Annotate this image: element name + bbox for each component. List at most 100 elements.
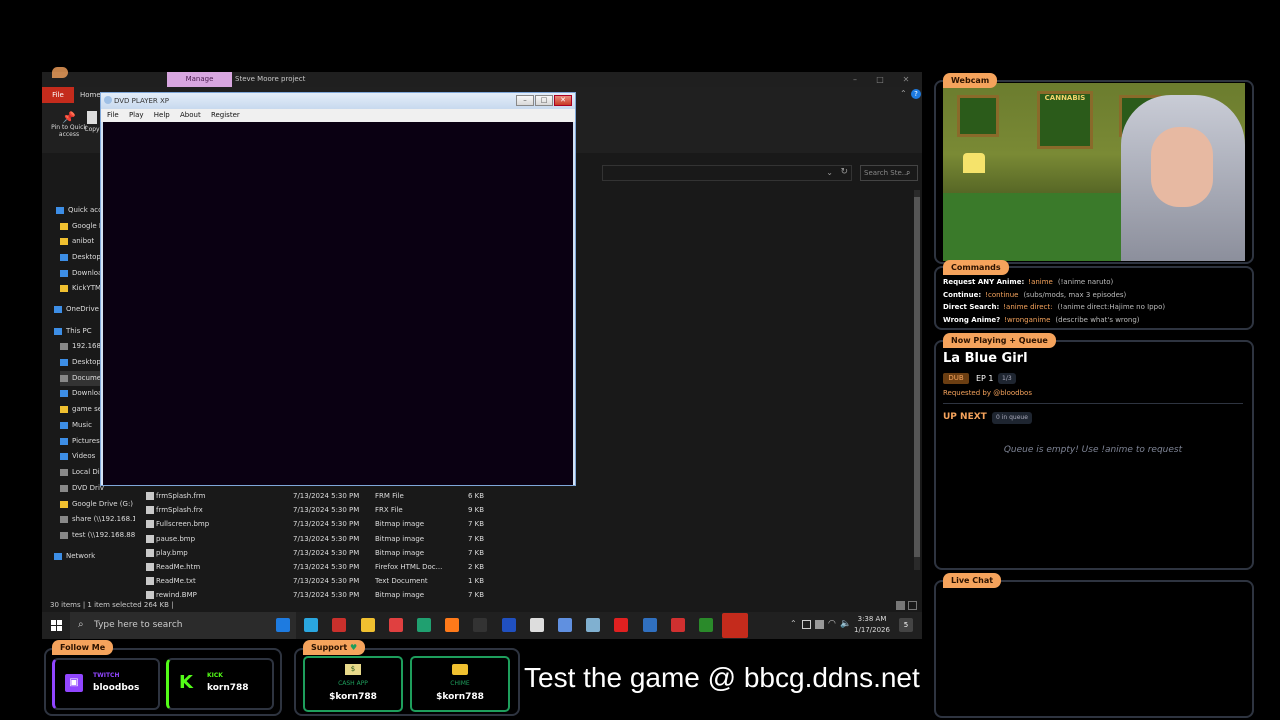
command-desc: (!anime direct:Hajime no Ippo)	[1057, 303, 1166, 312]
close-icon[interactable]: ✕	[895, 72, 917, 87]
tray-app2-icon[interactable]	[815, 620, 824, 629]
webcam-label: Webcam	[943, 73, 998, 88]
file-date: 7/13/2024 5:30 PM	[293, 534, 360, 543]
file-size: 7 KB	[468, 591, 485, 600]
command-label: Request ANY Anime:	[943, 278, 1025, 286]
volume-icon[interactable]: 🔈	[840, 619, 851, 629]
command-code: !anime direct:	[1003, 303, 1053, 312]
command-row: Request ANY Anime: !anime (!anime naruto)	[943, 278, 1113, 286]
home-tab[interactable]: Home	[80, 87, 101, 103]
cashapp-card[interactable]: $ CASH APP $korn788	[303, 656, 403, 712]
taskbar: Type here to search ⌕ ⌃ ◠ 🔈 3:38 AM 1/17…	[42, 612, 922, 639]
window-app-icon[interactable]	[529, 618, 544, 632]
notepad-icon[interactable]	[586, 618, 601, 632]
menu-file[interactable]: File	[107, 111, 119, 119]
menu-play[interactable]: Play	[129, 111, 144, 119]
file-row[interactable]: pause.bmp 7/13/2024 5:30 PM Bitmap image 7 …	[146, 532, 866, 546]
file-row[interactable]: play.bmp 7/13/2024 5:30 PM Bitmap image 7 K…	[146, 546, 866, 560]
player-icon[interactable]	[501, 618, 516, 632]
nav-item[interactable]: Network	[54, 549, 129, 564]
terminal-icon[interactable]	[473, 618, 488, 632]
windows-start-icon[interactable]	[51, 620, 62, 631]
close-button[interactable]: ✕	[554, 95, 572, 106]
game-icon[interactable]	[417, 618, 431, 632]
dvd-titlebar[interactable]: DVD PLAYER XP	[101, 93, 575, 109]
dropdown-icon[interactable]: ⌄	[826, 168, 833, 177]
minimize-icon[interactable]: –	[844, 72, 866, 87]
folder-icon	[60, 468, 68, 476]
up-next-label: UP NEXT	[943, 412, 987, 422]
manage-tab[interactable]: Manage	[167, 72, 232, 87]
kick-card[interactable]: K KICK korn788	[166, 658, 274, 710]
refresh-icon[interactable]: ↻	[840, 167, 848, 177]
explorer-titlebar[interactable]: Manage Steve Moore project – □ ✕	[42, 67, 922, 87]
menu-register[interactable]: Register	[211, 111, 240, 119]
support-text: Support	[311, 643, 348, 652]
copy-button[interactable]: Copy	[82, 111, 102, 133]
file-row[interactable]: rewind.BMP 7/13/2024 5:30 PM Bitmap image 7…	[146, 588, 866, 602]
file-type: FRX File	[375, 506, 403, 515]
firefox-icon[interactable]	[445, 618, 460, 632]
folder-icon	[60, 389, 68, 397]
tray-app-icon[interactable]	[802, 620, 811, 629]
file-type: Bitmap image	[375, 548, 425, 557]
tray-chevron-icon[interactable]: ⌃	[790, 619, 797, 628]
record-icon[interactable]	[388, 618, 403, 632]
scrollbar-thumb[interactable]	[914, 197, 920, 557]
file-explorer-icon[interactable]	[360, 618, 375, 632]
file-row[interactable]: ReadMe.htm 7/13/2024 5:30 PM Firefox HTML …	[146, 560, 866, 574]
folder-icon	[60, 437, 68, 445]
excel-icon[interactable]	[699, 618, 713, 632]
vpn-icon[interactable]	[558, 618, 572, 632]
queue-count: 0 in queue	[992, 412, 1032, 424]
clock[interactable]: 3:38 AM 1/17/2026	[852, 614, 892, 636]
file-row[interactable]: ReadMe.txt 7/13/2024 5:30 PM Text Document…	[146, 574, 866, 588]
taskbar-search-input[interactable]: Type here to search	[70, 612, 296, 639]
menu-about[interactable]: About	[180, 111, 201, 119]
file-tab[interactable]: File	[42, 87, 74, 103]
file-row[interactable]: frmSplash.frm 7/13/2024 5:30 PM FRM File 6 …	[146, 489, 866, 503]
nav-item-label: Music	[72, 421, 92, 429]
nav-item[interactable]: test (\\192.168.88.12	[60, 528, 135, 543]
file-type: Firefox HTML Doc...	[375, 563, 443, 571]
menu-help[interactable]: Help	[154, 111, 170, 119]
help-icon[interactable]: ?	[911, 89, 921, 99]
file-icon	[146, 492, 154, 500]
large-icons-view-icon[interactable]	[908, 601, 917, 610]
address-bar[interactable]: ⌄ ↻	[602, 165, 852, 181]
dvd-player-icon[interactable]	[722, 613, 748, 638]
maximize-button[interactable]: □	[535, 95, 553, 106]
nav-item-label: test (\\192.168.88.12	[72, 531, 135, 539]
nav-item[interactable]: Google Drive (G:)	[60, 497, 135, 512]
details-view-icon[interactable]	[896, 601, 905, 610]
pdf-icon[interactable]	[670, 618, 685, 632]
vscode-icon[interactable]	[642, 618, 657, 632]
file-size: 1 KB	[468, 577, 485, 586]
maximize-icon[interactable]: □	[869, 72, 891, 87]
file-date: 7/13/2024 5:30 PM	[293, 492, 360, 500]
media-app-icon[interactable]	[332, 618, 347, 632]
edge-icon[interactable]	[304, 618, 319, 632]
collapse-ribbon-icon[interactable]: ⌃	[900, 89, 910, 99]
youtube-icon[interactable]	[614, 618, 629, 632]
episode-of: 1/3	[998, 373, 1016, 384]
chime-card[interactable]: CHIME $korn788	[410, 656, 510, 712]
commands-label: Commands	[943, 260, 1009, 275]
bed	[943, 193, 1123, 261]
nav-item[interactable]: share (\\192.168.1.2	[60, 512, 135, 527]
copy-icon	[87, 111, 97, 124]
minimize-button[interactable]: –	[516, 95, 534, 106]
file-row[interactable]: Fullscreen.bmp 7/13/2024 5:30 PM Bitmap im…	[146, 517, 866, 531]
twitch-card[interactable]: ▣ TWITCH bloodbos	[52, 658, 160, 710]
file-row[interactable]: frmSplash.frx 7/13/2024 5:30 PM FRX File 9 …	[146, 503, 866, 517]
file-icon	[146, 506, 154, 515]
video-display[interactable]	[103, 122, 573, 485]
network-icon[interactable]: ◠	[828, 619, 836, 629]
notifications-icon[interactable]: 5	[899, 618, 913, 632]
chrome-icon[interactable]	[276, 618, 290, 632]
now-playing-label: Now Playing + Queue	[943, 333, 1056, 348]
command-label: Direct Search:	[943, 303, 1000, 312]
kick-label: KICK	[207, 672, 223, 679]
file-type: FRM File	[375, 492, 404, 500]
file-icon	[146, 548, 154, 557]
